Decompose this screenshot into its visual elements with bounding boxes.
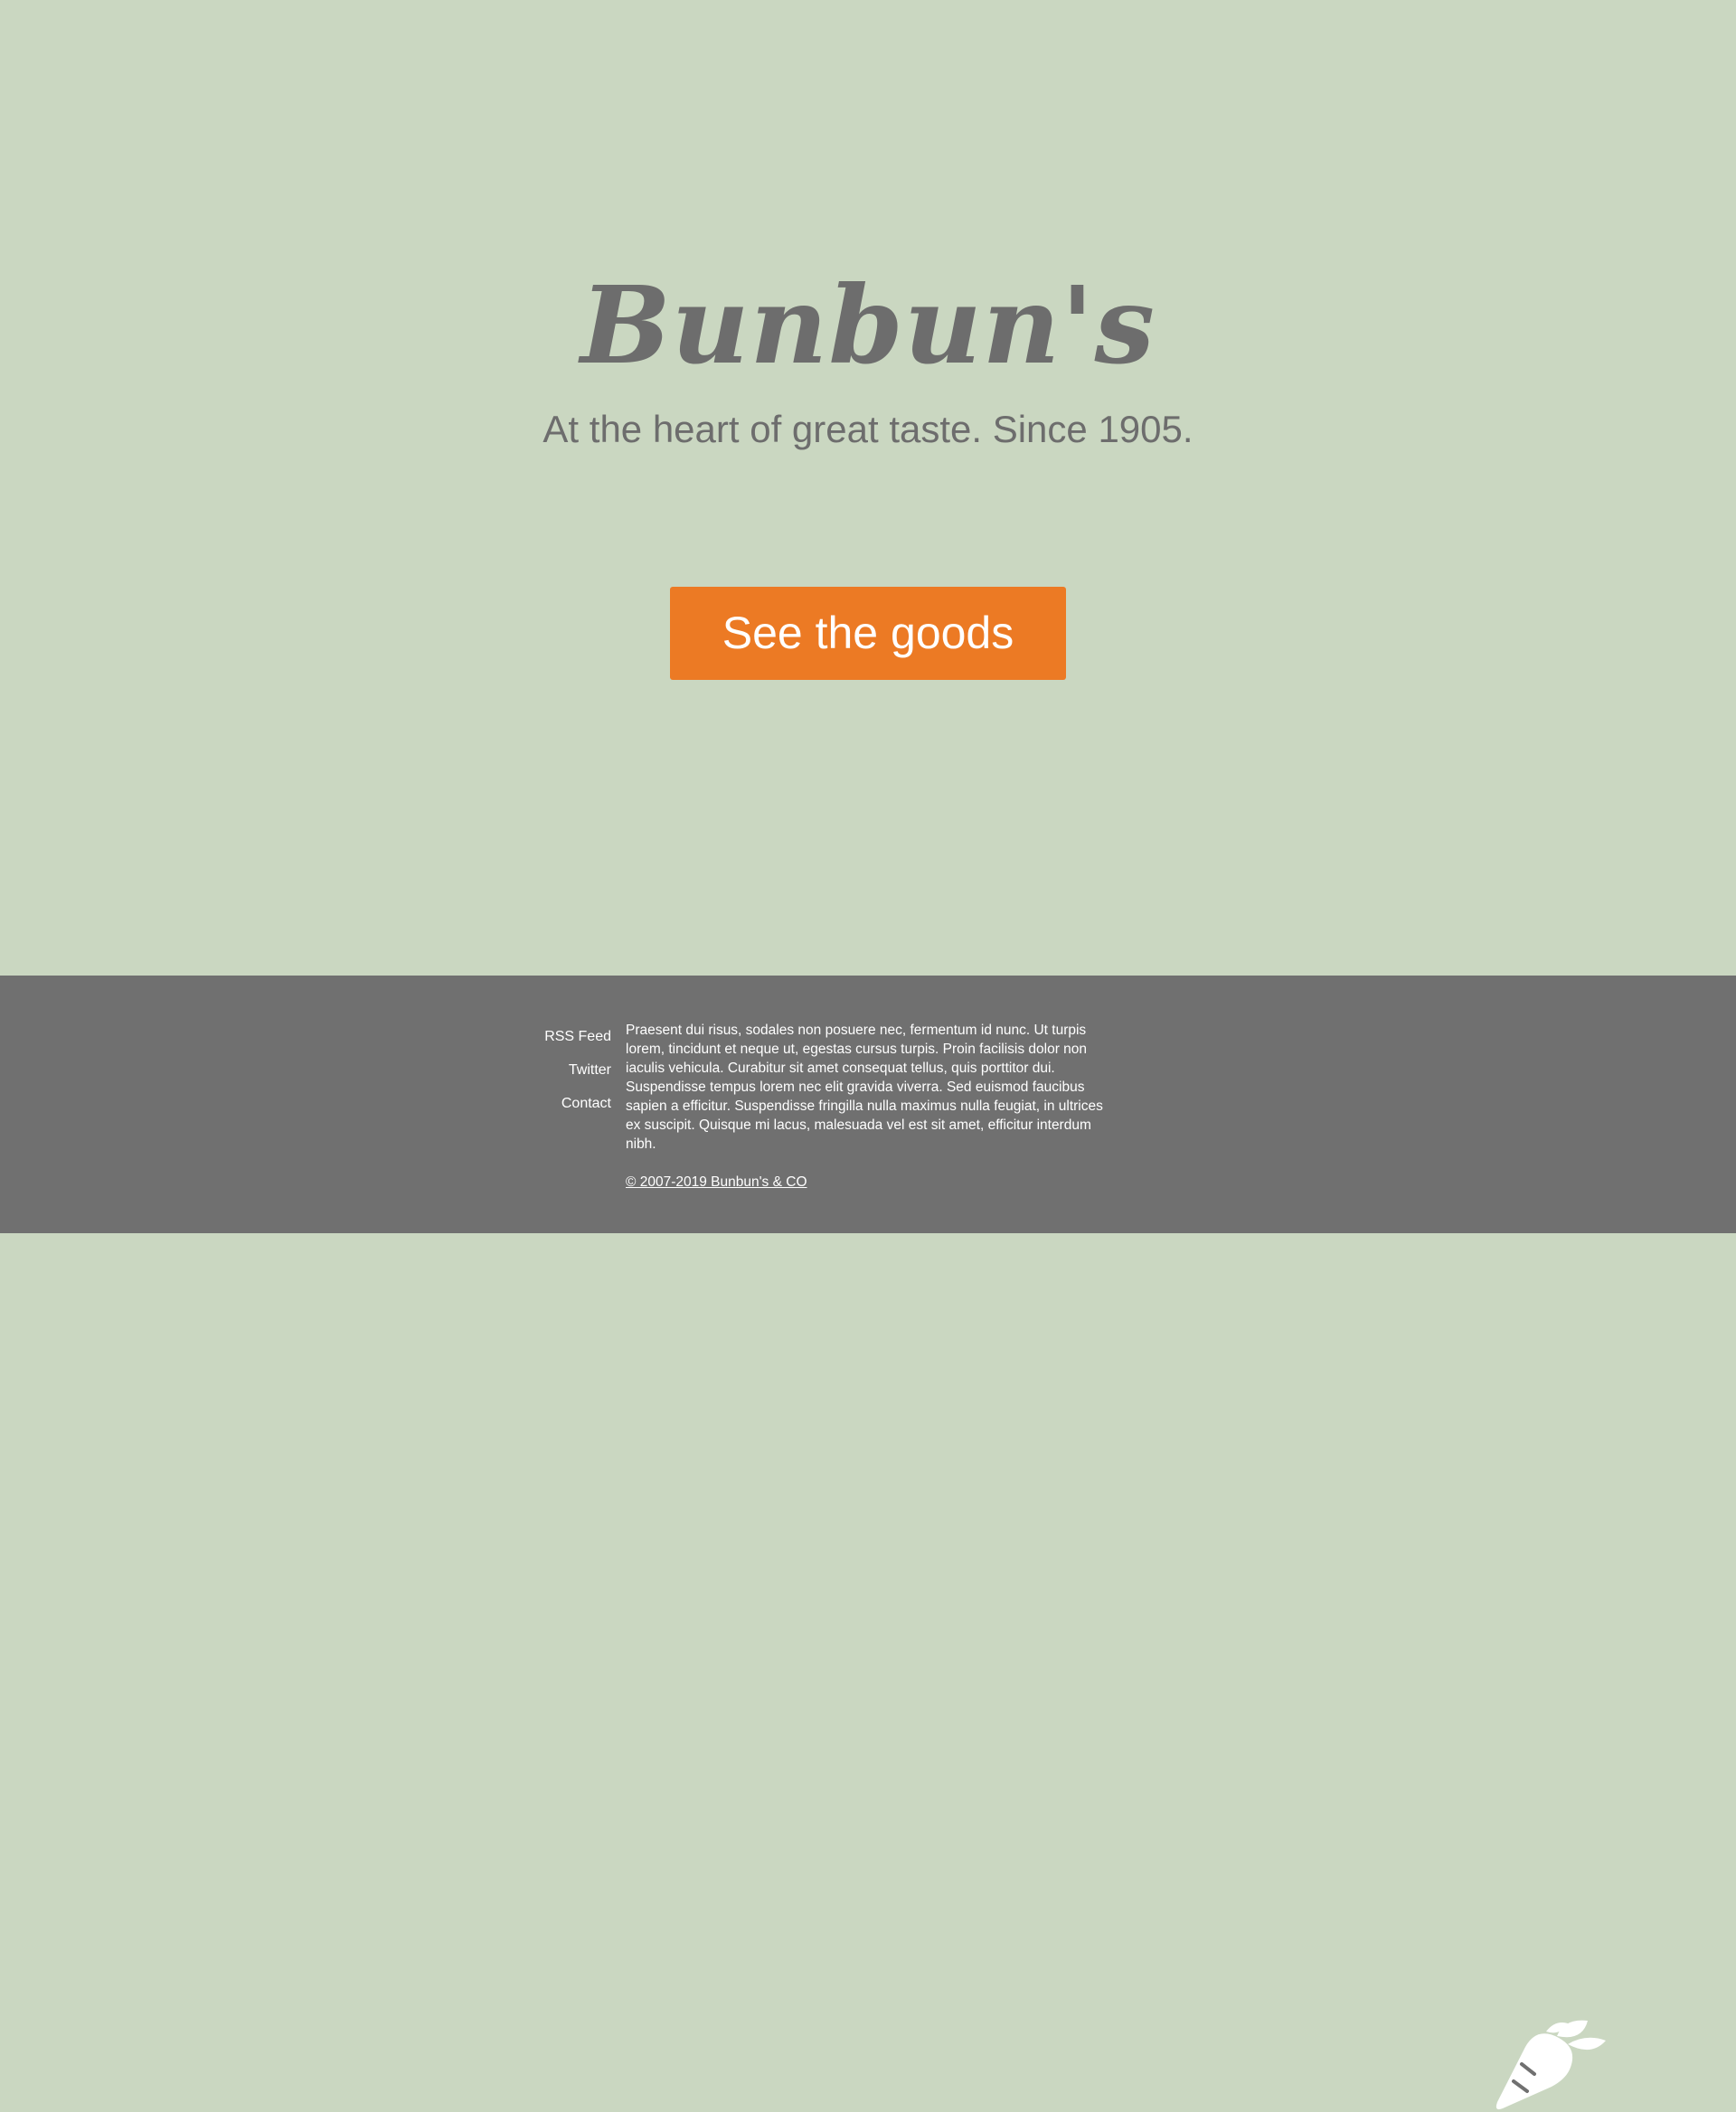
twitter-link[interactable]: Twitter (506, 1053, 611, 1087)
rss-feed-link[interactable]: RSS Feed (506, 1020, 611, 1053)
tagline: At the heart of great taste. Since 1905. (542, 408, 1194, 450)
carrot-icon (1495, 2020, 1606, 2110)
hero-section: Bunbun's At the heart of great taste. Si… (0, 0, 1736, 976)
footer-nav: RSS Feed Twitter Contact (506, 1020, 611, 1120)
footer-description: Praesent dui risus, sodales non posuere … (626, 1023, 1103, 1152)
copyright-link[interactable]: © 2007-2019 Bunbun's & CO (626, 1173, 807, 1192)
see-the-goods-button[interactable]: See the goods (670, 587, 1066, 680)
footer: RSS Feed Twitter Contact Praesent dui ri… (0, 976, 1736, 2110)
brand-title: Bunbun's (580, 262, 1156, 388)
contact-link[interactable]: Contact (506, 1087, 611, 1120)
